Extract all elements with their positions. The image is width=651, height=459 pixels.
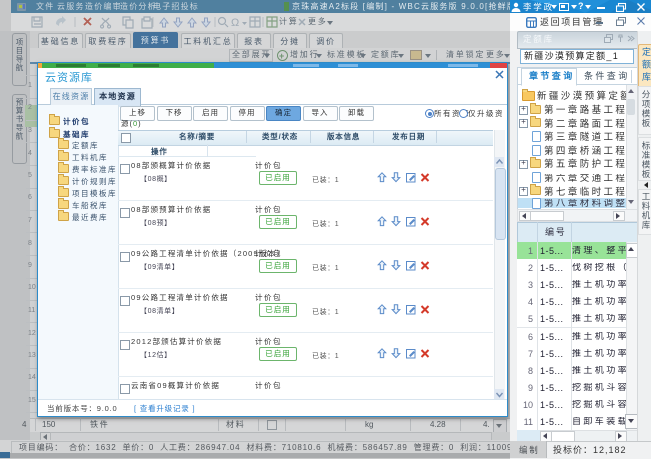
svg-text:Ω: Ω	[231, 17, 239, 29]
